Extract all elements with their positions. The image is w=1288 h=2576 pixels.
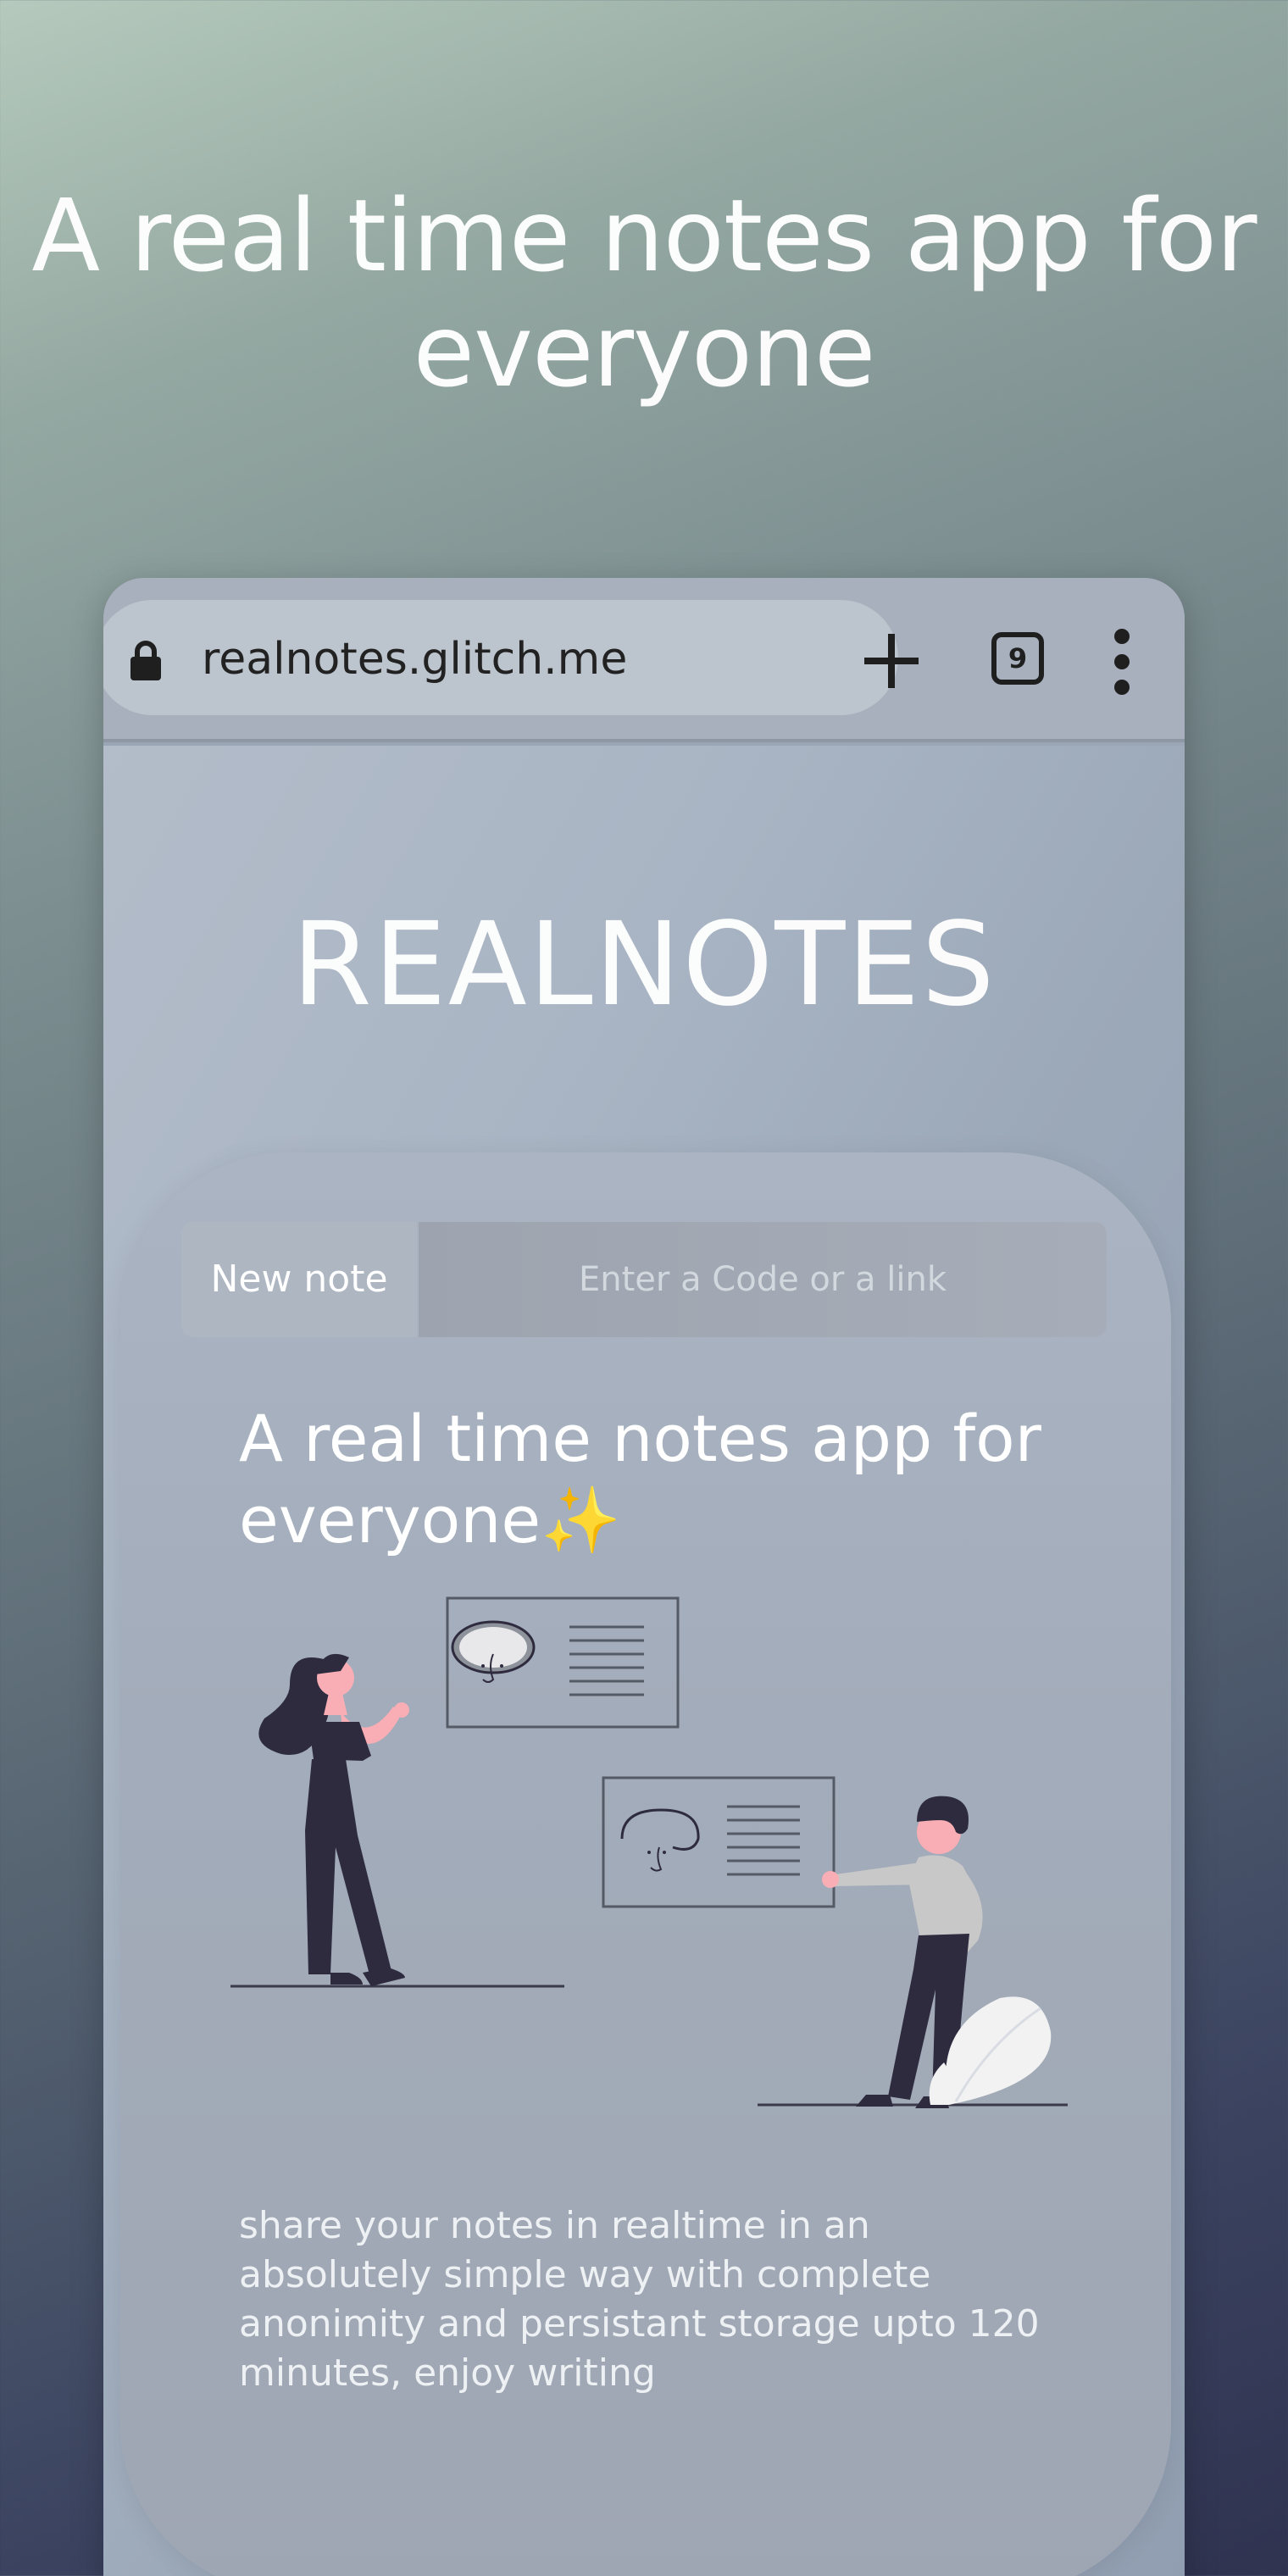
more-vert-icon[interactable] bbox=[1112, 629, 1132, 700]
new-note-button[interactable]: New note bbox=[181, 1222, 417, 1337]
woman-figure bbox=[258, 1653, 409, 1986]
app-description: share your notes in realtime in an absol… bbox=[239, 2204, 1040, 2395]
lock-icon bbox=[130, 641, 161, 680]
new-tab-plus-icon[interactable] bbox=[858, 627, 925, 695]
browser-toolbar: realnotes.glitch.me 9 bbox=[103, 578, 1185, 742]
tab-switcher-icon[interactable]: 9 bbox=[991, 632, 1044, 685]
collaboration-illustration bbox=[230, 1596, 1068, 2108]
code-or-link-input[interactable] bbox=[419, 1222, 1107, 1337]
note-board-1 bbox=[446, 1596, 680, 1729]
tagline: A real time notes app for everyone✨ bbox=[239, 1401, 1041, 1557]
note-input-row: New note bbox=[181, 1222, 1107, 1337]
phone-frame: realnotes.glitch.me 9 REALNOTES New note… bbox=[103, 578, 1185, 2576]
main-card: New note A real time notes app for every… bbox=[120, 1152, 1171, 2576]
url-text: realnotes.glitch.me bbox=[202, 634, 628, 685]
web-content: REALNOTES New note A real time notes app… bbox=[103, 746, 1185, 2576]
hero-title: A real time notes app for everyone bbox=[31, 177, 1257, 409]
note-board-2 bbox=[602, 1776, 836, 1908]
app-title: REALNOTES bbox=[291, 898, 997, 1032]
address-bar[interactable]: realnotes.glitch.me bbox=[103, 600, 898, 715]
